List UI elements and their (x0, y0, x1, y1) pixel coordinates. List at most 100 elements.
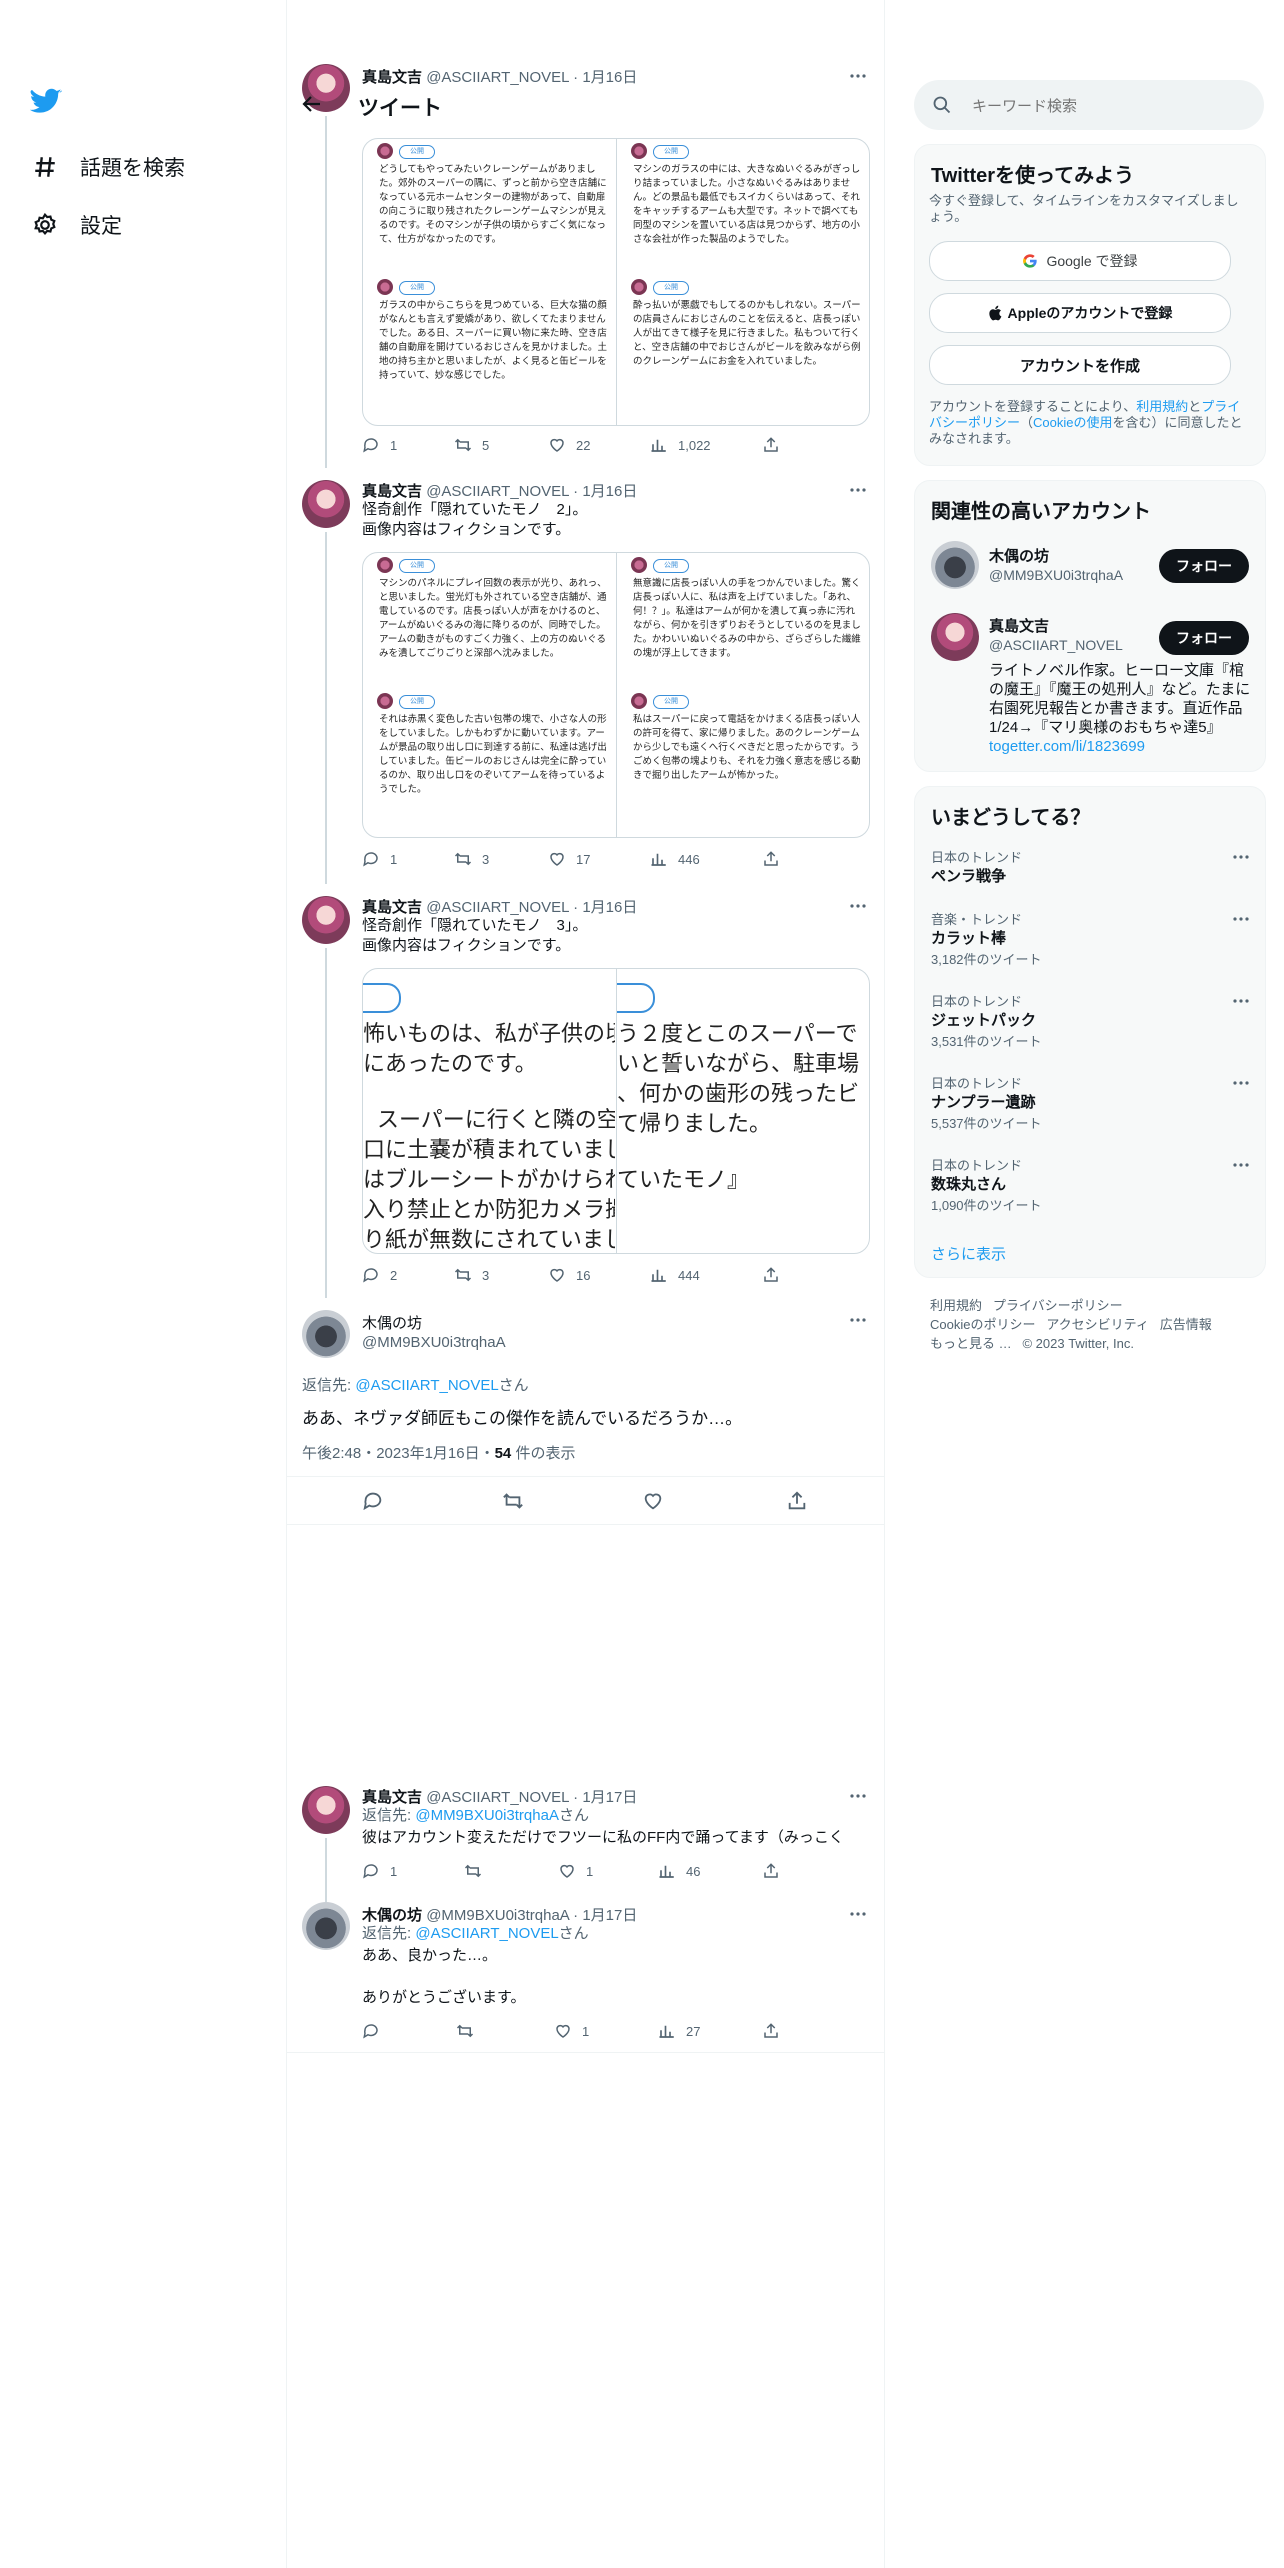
google-signup-button[interactable]: Google で登録 (929, 241, 1231, 281)
footer-ads-link[interactable]: 広告情報 (1160, 1317, 1212, 1332)
author-handle[interactable]: @ASCIIART_NOVEL (426, 899, 569, 916)
tweet-3[interactable]: 真島文吉 @ASCIIART_NOVEL · 1月16日 怪奇創作「隠れていたモ… (286, 892, 884, 1304)
account-name[interactable]: 真島文吉 (989, 615, 1049, 636)
more-icon[interactable] (848, 896, 868, 916)
share-button[interactable] (762, 2022, 790, 2040)
footer-more-link[interactable]: もっと見る … (930, 1336, 1012, 1351)
footer-accessibility-link[interactable]: アクセシビリティ (1046, 1317, 1149, 1332)
author-handle[interactable]: @ASCIIART_NOVEL (426, 69, 569, 86)
follow-button[interactable]: フォロー (1159, 621, 1249, 655)
share-button[interactable] (762, 1862, 790, 1880)
avatar[interactable] (302, 1786, 350, 1834)
back-arrow-icon[interactable] (300, 92, 328, 120)
terms-link[interactable]: 利用規約 (1136, 399, 1188, 414)
bio-link[interactable]: togetter.com/li/1823699 (989, 738, 1145, 755)
reply-button[interactable]: 1 (362, 850, 397, 868)
avatar[interactable] (302, 896, 350, 944)
like-button[interactable]: 17 (548, 850, 590, 868)
tweet-date[interactable]: 1月16日 (582, 483, 637, 500)
reply-mention[interactable]: @MM9BXU0i3trqhaA (415, 1807, 559, 1824)
avatar[interactable] (931, 541, 979, 589)
trend-item[interactable]: 日本のトレンド ナンプラー遺跡 5,537件のツイート (915, 1073, 1265, 1133)
heart-icon[interactable] (642, 1490, 664, 1512)
trend-item[interactable]: 日本のトレンド ペンラ戦争 (915, 847, 1265, 897)
author-handle[interactable]: @MM9BXU0i3trqhaA (426, 1907, 569, 1924)
avatar[interactable] (302, 480, 350, 528)
follow-button[interactable]: フォロー (1159, 549, 1249, 583)
views-button[interactable]: 444 (650, 1266, 700, 1284)
avatar[interactable] (302, 1310, 350, 1358)
tweet-date[interactable]: 1月17日 (582, 1907, 637, 1924)
apple-signup-button[interactable]: Appleのアカウントで登録 (929, 293, 1231, 333)
views-button[interactable]: 446 (650, 850, 700, 868)
views-button[interactable]: 27 (658, 2022, 700, 2040)
more-icon[interactable] (1231, 1155, 1251, 1175)
tweet-date[interactable]: 1月17日 (582, 1789, 637, 1806)
create-account-button[interactable]: アカウントを作成 (929, 345, 1231, 385)
footer-cookie-link[interactable]: Cookieのポリシー (930, 1317, 1035, 1332)
more-icon[interactable] (848, 66, 868, 86)
more-icon[interactable] (848, 1786, 868, 1806)
share-button[interactable] (762, 1266, 790, 1284)
trend-item[interactable]: 日本のトレンド ジェットパック 3,531件のツイート (915, 991, 1265, 1051)
retweet-button[interactable]: 3 (454, 850, 489, 868)
reply-icon[interactable] (362, 1490, 384, 1512)
author-name[interactable]: 真島文吉 (362, 899, 422, 916)
like-button[interactable]: 22 (548, 436, 590, 454)
reply-mention[interactable]: @ASCIIART_NOVEL (415, 1925, 558, 1942)
account-handle[interactable]: @MM9BXU0i3trqhaA (989, 567, 1123, 583)
reply-tweet-2[interactable]: 木偶の坊 @MM9BXU0i3trqhaA · 1月17日 返信先: @ASCI… (286, 1902, 884, 2052)
tweet-2[interactable]: 真島文吉 @ASCIIART_NOVEL · 1月16日 怪奇創作「隠れていたモ… (286, 476, 884, 890)
author-name[interactable]: 木偶の坊 (362, 1312, 422, 1333)
views-button[interactable]: 1,022 (650, 436, 711, 454)
account-name[interactable]: 木偶の坊 (989, 545, 1049, 566)
search-input[interactable] (970, 92, 1244, 120)
more-icon[interactable] (848, 1310, 868, 1330)
more-icon[interactable] (1231, 847, 1251, 867)
nav-settings[interactable]: 設定 (32, 203, 122, 247)
more-icon[interactable] (848, 480, 868, 500)
more-icon[interactable] (1231, 991, 1251, 1011)
reply-tweet-1[interactable]: 真島文吉 @ASCIIART_NOVEL · 1月17日 返信先: @MM9BX… (286, 1782, 884, 1892)
author-name[interactable]: 真島文吉 (362, 69, 422, 86)
retweet-button[interactable]: 3 (454, 1266, 489, 1284)
trend-item[interactable]: 音楽・トレンド カラット棒 3,182件のツイート (915, 909, 1265, 969)
reply-button[interactable]: 1 (362, 1862, 397, 1880)
author-handle[interactable]: @MM9BXU0i3trqhaA (362, 1334, 506, 1351)
tweet-image[interactable]: 怖いものは、私が子供の頃 にあったのです。 スーパーに行くと隣の空 口に土嚢が積… (362, 968, 870, 1254)
tweet-date[interactable]: 1月16日 (582, 69, 637, 86)
trend-item[interactable]: 日本のトレンド 数珠丸さん 1,090件のツイート (915, 1155, 1265, 1215)
reply-button[interactable] (362, 2022, 390, 2040)
reply-mention[interactable]: @ASCIIART_NOVEL (355, 1377, 498, 1394)
more-icon[interactable] (1231, 1073, 1251, 1093)
tweet-image[interactable]: 公開 どうしてもやってみたいクレーンゲームがありました。郊外のスーパーの隅に、ず… (362, 138, 870, 426)
share-button[interactable] (762, 436, 790, 454)
like-button[interactable]: 16 (548, 1266, 590, 1284)
author-handle[interactable]: @ASCIIART_NOVEL (426, 483, 569, 500)
views-button[interactable]: 46 (658, 1862, 700, 1880)
retweet-button[interactable] (464, 1862, 492, 1880)
nav-explore[interactable]: 話題を検索 (32, 145, 185, 189)
retweet-button[interactable]: 5 (454, 436, 489, 454)
footer-terms-link[interactable]: 利用規約 (930, 1298, 982, 1313)
footer-privacy-link[interactable]: プライバシーポリシー (993, 1298, 1123, 1313)
twitter-bird-icon[interactable] (30, 88, 62, 116)
account-handle[interactable]: @ASCIIART_NOVEL (989, 637, 1123, 653)
tweet-timestamp[interactable]: 午後2:48・2023年1月16日・ (302, 1445, 495, 1462)
avatar[interactable] (931, 613, 979, 661)
share-button[interactable] (762, 850, 790, 868)
retweet-button[interactable] (456, 2022, 484, 2040)
tweet-date[interactable]: 1月16日 (582, 899, 637, 916)
like-button[interactable]: 1 (558, 1862, 593, 1880)
share-icon[interactable] (786, 1490, 808, 1512)
retweet-icon[interactable] (502, 1490, 524, 1512)
reply-button[interactable]: 1 (362, 436, 397, 454)
more-icon[interactable] (848, 1904, 868, 1924)
more-icon[interactable] (1231, 909, 1251, 929)
author-name[interactable]: 真島文吉 (362, 483, 422, 500)
author-name[interactable]: 真島文吉 (362, 1789, 422, 1806)
cookie-link[interactable]: Cookieの使用 (1033, 415, 1112, 430)
author-name[interactable]: 木偶の坊 (362, 1907, 422, 1924)
author-handle[interactable]: @ASCIIART_NOVEL (426, 1789, 569, 1806)
reply-button[interactable]: 2 (362, 1266, 397, 1284)
